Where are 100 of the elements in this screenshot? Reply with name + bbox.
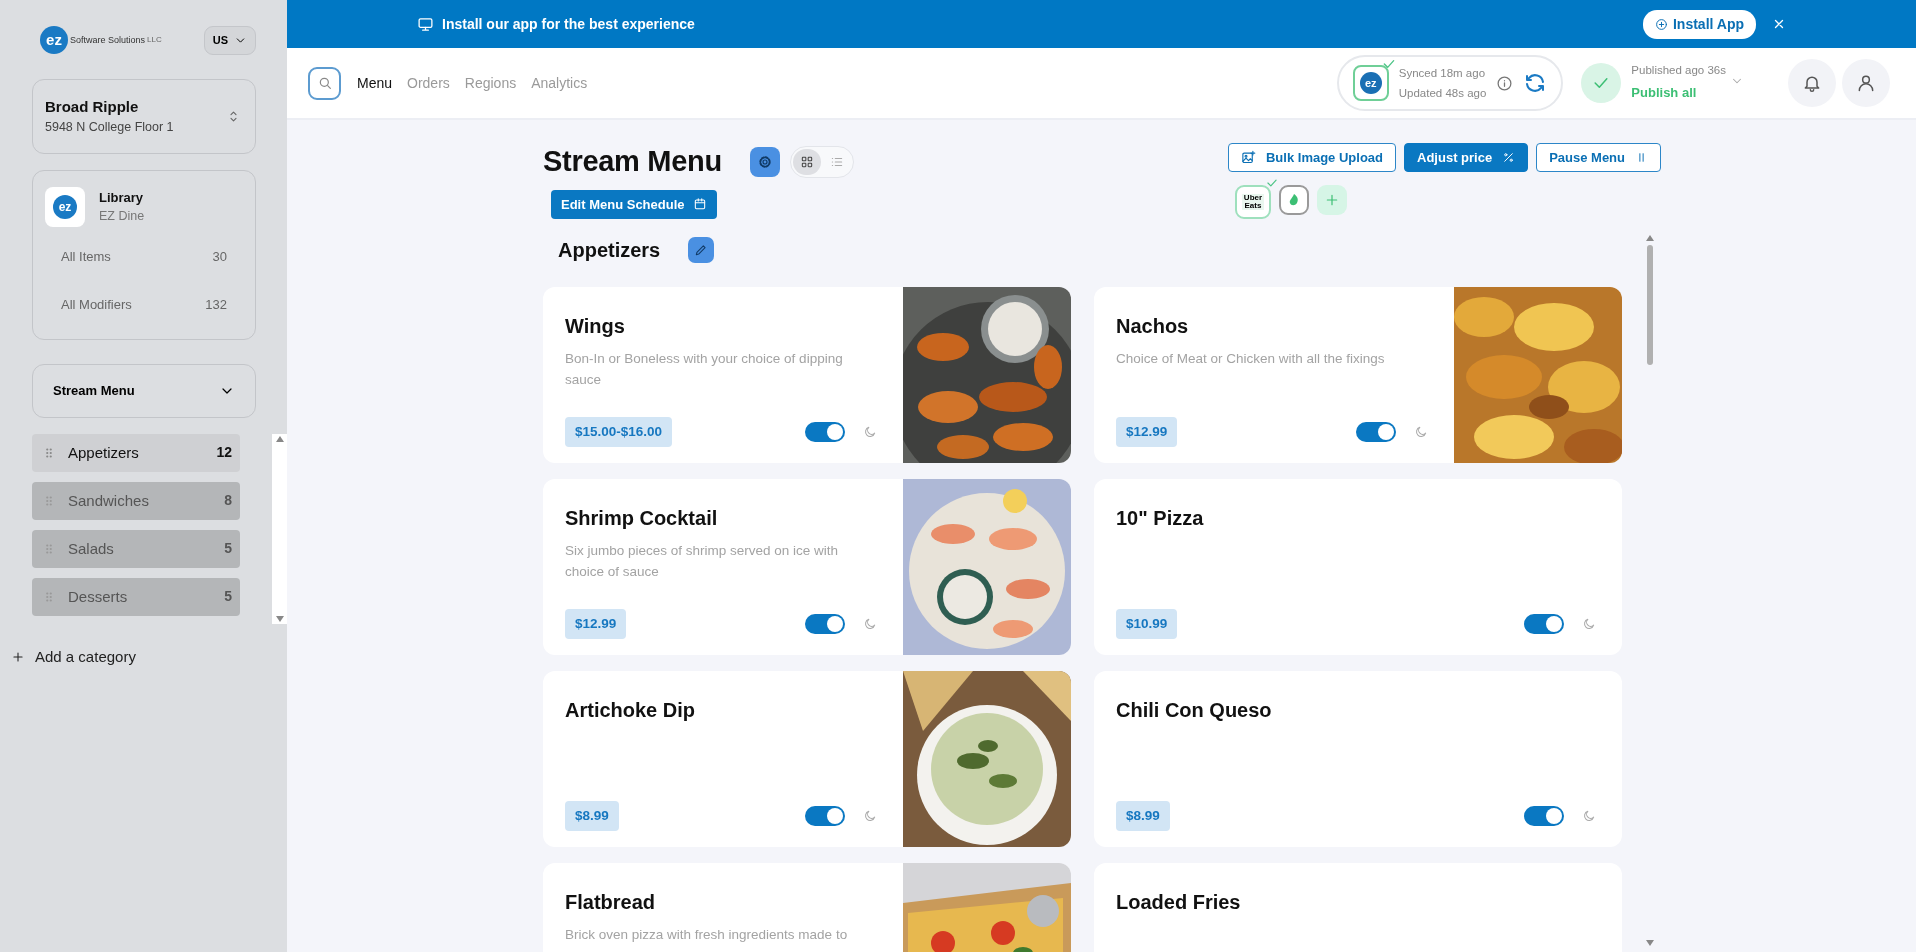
- price-tag: $12.99: [565, 608, 627, 639]
- plus-circle-icon: [1654, 17, 1668, 31]
- moon-icon: [863, 808, 877, 823]
- menu-item-card[interactable]: Loaded Fries: [1094, 863, 1622, 952]
- monitor-icon: [417, 15, 434, 33]
- location-name: Broad Ripple: [45, 96, 140, 117]
- item-description: Choice of Meat or Chicken with all the fixings: [1116, 350, 1386, 368]
- search-button[interactable]: [308, 66, 341, 100]
- scroll-up-arrow[interactable]: [275, 435, 284, 442]
- settings-icon: [756, 153, 773, 170]
- menu-item-card[interactable]: Chili Con Queso $8.99: [1094, 671, 1622, 847]
- sync-avatar: ez: [1352, 65, 1389, 101]
- section-title: Appetizers: [558, 238, 661, 263]
- library-row[interactable]: All Modifiers 132: [33, 280, 255, 329]
- install-app-button[interactable]: Install App: [1642, 9, 1756, 39]
- channel-logo-text: Uber Eats: [1242, 194, 1264, 210]
- row-label: All Modifiers: [61, 296, 132, 314]
- row-count: 30: [212, 248, 227, 266]
- item-description: Bon-In or Boneless with your choice of dipping sauce: [565, 350, 844, 389]
- library-subtitle: EZ Dine: [99, 208, 145, 226]
- grid-icon: [799, 154, 814, 169]
- moon-icon: [1582, 616, 1596, 631]
- library-row[interactable]: All Items 30: [33, 232, 255, 281]
- pencil-icon: [694, 243, 709, 257]
- item-name: Chili Con Queso: [1116, 698, 1273, 723]
- price-tag: $12.99: [1116, 416, 1178, 447]
- library-logo: ez: [45, 186, 85, 227]
- item-description: Brick oven pizza with fresh ingredients made to: [565, 926, 849, 944]
- item-name: 10" Pizza: [1116, 506, 1205, 531]
- category-item[interactable]: Sandwiches 8: [32, 481, 240, 520]
- price-tag: $10.99: [1116, 608, 1178, 639]
- image-icon: [1241, 150, 1256, 165]
- moon-icon: [1582, 808, 1596, 823]
- close-icon: [1772, 17, 1786, 31]
- menu-dropdown[interactable]: Stream Menu: [32, 363, 256, 418]
- notifications-button[interactable]: [1788, 59, 1836, 107]
- menu-item-card[interactable]: 10" Pizza $10.99: [1094, 479, 1622, 655]
- page-title: Stream Menu: [543, 144, 722, 179]
- info-icon: [1496, 74, 1514, 92]
- price-tag: $15.00-$16.00: [565, 416, 673, 447]
- scrollbar[interactable]: [1644, 235, 1656, 946]
- menu-item-card[interactable]: Shrimp Cocktail Six jumbo pieces of shrimp served on ice with choice of sauce $12.99: [543, 479, 1071, 655]
- category-item[interactable]: Salads 5: [32, 529, 240, 568]
- logo-mark: ez: [40, 26, 68, 55]
- region-dropdown[interactable]: US: [203, 26, 256, 55]
- location-card[interactable]: Broad Ripple 5948 N College Floor 1: [32, 78, 256, 154]
- moon-icon: [1414, 424, 1428, 439]
- percent-icon: [1502, 151, 1516, 164]
- row-count: 132: [205, 296, 227, 314]
- profile-button[interactable]: [1842, 59, 1890, 107]
- menu-item-card[interactable]: Nachos Choice of Meat or Chicken with all the fixings $12.99: [1094, 287, 1622, 463]
- moon-icon: [863, 616, 877, 631]
- item-name: Shrimp Cocktail: [565, 506, 719, 531]
- category-item[interactable]: Appetizers 12: [32, 433, 240, 472]
- action-button[interactable]: Adjust price: [1404, 143, 1529, 172]
- item-description: Six jumbo pieces of shrimp served on ice with choice of sauce: [565, 542, 840, 581]
- availability-toggle[interactable]: [1356, 421, 1396, 442]
- plus-icon: [1324, 192, 1340, 208]
- action-button[interactable]: Bulk Image Upload: [1228, 143, 1396, 172]
- price-tag: $8.99: [565, 800, 619, 831]
- settings-button[interactable]: [749, 146, 780, 177]
- availability-toggle[interactable]: [805, 805, 845, 826]
- published-time: Published ago 36s: [1631, 63, 1726, 79]
- edit-section-button[interactable]: [688, 237, 715, 263]
- item-name: Artichoke Dip: [565, 698, 697, 723]
- plus-icon: [11, 650, 25, 664]
- item-name: Loaded Fries: [1116, 890, 1242, 915]
- scroll-down-arrow[interactable]: [1646, 940, 1654, 946]
- menu-item-card[interactable]: Artichoke Dip $8.99: [543, 671, 1071, 847]
- scrollbar[interactable]: [272, 433, 287, 624]
- user-icon: [1856, 73, 1876, 93]
- availability-toggle[interactable]: [1524, 613, 1564, 634]
- add-category-button[interactable]: Add a category: [11, 645, 136, 669]
- category-item[interactable]: Desserts 5: [32, 577, 240, 616]
- row-label: All Items: [61, 248, 111, 266]
- availability-toggle[interactable]: [805, 613, 845, 634]
- availability-toggle[interactable]: [1524, 805, 1564, 826]
- moon-icon: [863, 424, 877, 439]
- logo-suffix: LLC: [147, 34, 162, 47]
- nav-tab[interactable]: Menu: [357, 72, 393, 94]
- action-button[interactable]: Pause Menu: [1536, 143, 1661, 172]
- edit-schedule-button[interactable]: Edit Menu Schedule: [551, 189, 717, 219]
- leaf-icon: [1289, 194, 1299, 206]
- availability-toggle[interactable]: [805, 421, 845, 442]
- channel-button[interactable]: Uber Eats: [1235, 185, 1271, 219]
- price-tag: $8.99: [1116, 800, 1170, 831]
- item-name: Nachos: [1116, 314, 1190, 339]
- close-button[interactable]: [1772, 17, 1786, 31]
- menu-item-card[interactable]: Wings Bon-In or Boneless with your choice of dipping sauce $15.00-$16.00: [543, 287, 1071, 463]
- calendar-icon: [692, 197, 707, 212]
- item-name: Wings: [565, 314, 626, 339]
- scroll-up-arrow[interactable]: [1646, 235, 1654, 241]
- synced-time: Synced 18m ago: [1398, 66, 1487, 81]
- item-name: Flatbread: [565, 890, 657, 915]
- menu-item-card[interactable]: Flatbread Brick oven pizza with fresh ingredients made to: [543, 863, 1071, 952]
- view-option[interactable]: [792, 148, 821, 175]
- updated-time: Updated 48s ago: [1398, 86, 1487, 101]
- logo-text: Software Solutions: [70, 33, 146, 47]
- scroll-down-arrow[interactable]: [275, 615, 284, 622]
- channel-button[interactable]: [1279, 185, 1309, 215]
